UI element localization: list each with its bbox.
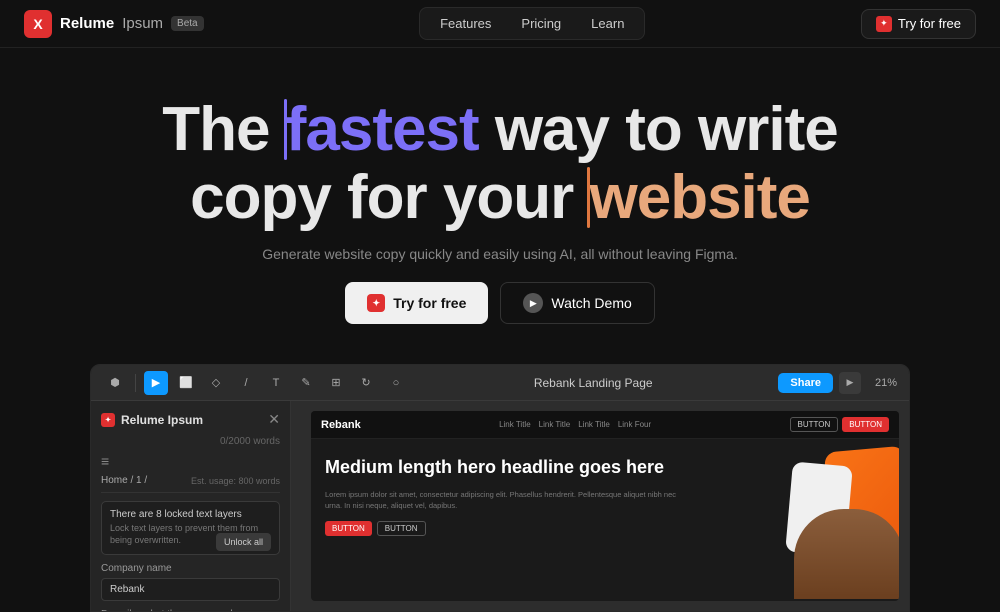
try-free-label: Try for free (393, 295, 466, 311)
preview-btn-fill: BUTTON (842, 417, 889, 432)
figma-window: ⬢ ▶ ⬜ ◇ / T ✎ ⊞ ↻ ○ Rebank Landing Page … (90, 364, 910, 612)
figma-frame-tool[interactable]: ⬜ (174, 371, 198, 395)
panel-breadcrumb: Home / 1 / Est. usage: 800 words (101, 475, 280, 493)
figma-preview-canvas: Rebank Link Title Link Title Link Title … (291, 401, 909, 611)
relume-icon: ✦ (876, 16, 892, 32)
figma-pen-tool[interactable]: / (234, 371, 258, 395)
panel-logo: ✦ (101, 413, 115, 427)
figma-shape-tool[interactable]: ◇ (204, 371, 228, 395)
panel-menu-icon[interactable]: ≡ (101, 453, 280, 469)
preview-hero-btn2: BUTTON (377, 521, 426, 536)
brand-name: Relume (60, 15, 114, 32)
figma-preview-wrapper: ⬢ ▶ ⬜ ◇ / T ✎ ⊞ ↻ ○ Rebank Landing Page … (0, 364, 1000, 612)
panel-title: ✦ Relume Ipsum (101, 413, 203, 427)
preview-hero-buttons: BUTTON BUTTON (325, 521, 685, 536)
hero-title: The fastest way to write copy for your w… (20, 96, 980, 232)
panel-close-icon[interactable]: ✕ (268, 411, 280, 428)
nav-link-pricing[interactable]: Pricing (509, 12, 573, 35)
hero-title-line1: The fastest way to write (162, 95, 837, 164)
logo-area: X Relume Ipsum Beta (24, 10, 204, 38)
preview-hero-body: Lorem ipsum dolor sit amet, consectetur … (325, 489, 685, 512)
est-usage: Est. usage: 800 words (191, 476, 280, 486)
nav-link-learn[interactable]: Learn (579, 12, 636, 35)
figma-pencil-tool[interactable]: ✎ (294, 371, 318, 395)
preview-nav-link-4: Link Four (618, 420, 651, 429)
preview-nav-link-2: Link Title (539, 420, 571, 429)
beta-badge: Beta (171, 16, 204, 31)
logo-icon: X (24, 10, 52, 38)
figma-menu-tool[interactable]: ⬢ (103, 371, 127, 395)
fastest-word: fastest (286, 95, 479, 164)
try-free-nav-label: Try for free (898, 16, 961, 31)
preview-btn-outline: BUTTON (790, 417, 839, 432)
figma-share-button[interactable]: Share (778, 373, 833, 393)
toolbar-divider (135, 374, 136, 392)
figma-toolbar: ⬢ ▶ ⬜ ◇ / T ✎ ⊞ ↻ ○ Rebank Landing Page … (91, 365, 909, 401)
locked-layers-box: There are 8 locked text layers Lock text… (101, 501, 280, 554)
try-free-button[interactable]: ✦ Try for free (345, 282, 488, 324)
figma-hand-tool[interactable]: ↻ (354, 371, 378, 395)
watch-demo-label: Watch Demo (551, 295, 631, 311)
watch-demo-button[interactable]: ▶ Watch Demo (500, 282, 654, 324)
panel-header: ✦ Relume Ipsum ✕ (101, 411, 280, 428)
preview-hero-text: Medium length hero headline goes here Lo… (311, 439, 699, 599)
preview-hero-headline: Medium length hero headline goes here (325, 457, 685, 479)
hero-title-line2: copy for your website (190, 163, 810, 232)
figma-component-tool[interactable]: ⊞ (324, 371, 348, 395)
company-name-label: Company name (101, 563, 280, 574)
preview-nav-buttons: BUTTON BUTTON (790, 417, 890, 432)
preview-hero-image (699, 439, 899, 599)
try-free-nav-button[interactable]: ✦ Try for free (861, 9, 976, 39)
hero-subtitle: Generate website copy quickly and easily… (20, 246, 980, 262)
hand-image (794, 509, 899, 599)
product-name: Ipsum (122, 15, 163, 32)
figma-zoom-level: 21% (875, 377, 897, 389)
nav-right: ✦ Try for free (861, 9, 976, 39)
word-count: 0/2000 words (101, 436, 280, 447)
preview-brand-name: Rebank (321, 419, 361, 431)
preview-navbar: Rebank Link Title Link Title Link Title … (311, 411, 899, 439)
preview-website: Rebank Link Title Link Title Link Title … (311, 411, 899, 601)
figma-canvas: ✦ Relume Ipsum ✕ 0/2000 words ≡ Home / 1… (91, 401, 909, 611)
figma-play-button[interactable]: ▶ (839, 372, 861, 394)
company-name-input[interactable]: Rebank (101, 578, 280, 601)
preview-nav-link-3: Link Title (578, 420, 610, 429)
unlock-all-button[interactable]: Unlock all (216, 533, 271, 551)
nav-links: Features Pricing Learn (419, 7, 645, 40)
preview-hero-area: Medium length hero headline goes here Lo… (311, 439, 899, 599)
figma-page-title: Rebank Landing Page (414, 376, 772, 390)
figma-text-tool[interactable]: T (264, 371, 288, 395)
figma-comment-tool[interactable]: ○ (384, 371, 408, 395)
preview-nav-links: Link Title Link Title Link Title Link Fo… (499, 420, 651, 429)
relume-btn-icon: ✦ (367, 294, 385, 312)
hero-buttons: ✦ Try for free ▶ Watch Demo (20, 282, 980, 324)
hero-section: The fastest way to write copy for your w… (0, 48, 1000, 348)
play-icon: ▶ (523, 293, 543, 313)
plugin-panel: ✦ Relume Ipsum ✕ 0/2000 words ≡ Home / 1… (91, 401, 291, 611)
locked-layers-title: There are 8 locked text layers (110, 509, 271, 520)
website-word: website (589, 163, 809, 232)
figma-select-tool[interactable]: ▶ (144, 371, 168, 395)
navbar: X Relume Ipsum Beta Features Pricing Lea… (0, 0, 1000, 48)
preview-hero-btn1: BUTTON (325, 521, 372, 536)
preview-nav-link-1: Link Title (499, 420, 531, 429)
nav-link-features[interactable]: Features (428, 12, 503, 35)
